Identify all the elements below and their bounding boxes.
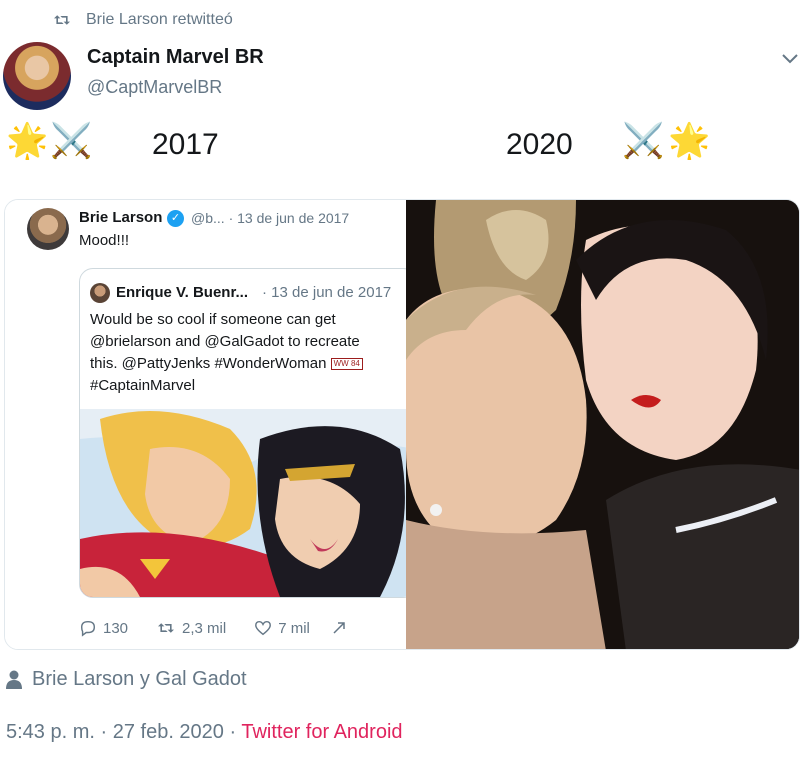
embedded-text: Mood!!! [79,232,130,249]
quoted-text-line-3: this. @PattyJenks #WonderWoman [90,355,327,372]
quoted-text-line: #CaptainMarvel [90,377,196,394]
retweet-icon [54,15,70,25]
like-stat: 7 mil [254,619,310,637]
quoted-text: Would be so cool if someone can get @bri… [90,309,410,397]
tweet-meta: 5:43 p. m. · 27 feb. 2020 · Twitter for … [6,721,403,744]
quoted-text-line: @brielarson and @GalGadot to recreate [90,333,360,350]
embedded-stats: 130 2,3 mil 7 mil [79,616,409,640]
chevron-down-icon[interactable] [780,48,800,68]
like-count: 7 mil [278,619,310,637]
ww84-badge: WW 84 [330,358,363,371]
retweet-header: Brie Larson retwitteó [52,8,233,32]
retweet-count: 2,3 mil [182,619,227,637]
tweet-timestamp[interactable]: 5:43 p. m. · 27 feb. 2020 · [6,721,241,743]
quoted-avatar [90,283,110,303]
embedded-tweet-screenshot[interactable]: Brie Larson ✓ @b... · 13 de jun de 2017 … [5,200,417,649]
embedded-date: · 13 de jun de 2017 [228,210,350,226]
heart-icon [255,620,272,636]
tagged-users-text[interactable]: Brie Larson y Gal Gadot [32,668,247,691]
quoted-tweet: Enrique V. Buenr... · 13 de jun de 2017 … [79,268,417,598]
quoted-text-line: Would be so cool if someone can get [90,311,336,328]
retweet-stat: 2,3 mil [156,620,226,637]
tweet-year-right: 2020 [506,128,573,161]
selfie-photo[interactable] [406,200,799,649]
person-icon [6,670,22,689]
tagged-users[interactable]: Brie Larson y Gal Gadot [6,666,247,692]
author-handle[interactable]: @CaptMarvelBR [87,77,222,98]
verified-badge-icon: ✓ [167,210,184,227]
quoted-text-line: this. @PattyJenks #WonderWoman WW 84 [90,353,410,375]
comic-artwork-image [80,409,416,597]
tweet-year-left: 2017 [152,128,219,161]
quoted-date: · 13 de jun de 2017 [262,284,392,301]
swords-emoji-icon: ⚔️ [622,122,665,160]
embedded-meta: @b... · 13 de jun de 2017 [191,210,349,226]
quoted-author-name: Enrique V. Buenr... [116,284,248,301]
retweet-text: Brie Larson retwitteó [86,11,233,28]
swords-emoji-icon: ⚔️ [50,122,93,160]
author-name[interactable]: Captain Marvel BR [87,46,264,69]
retweet-icon [158,623,175,633]
reply-icon [80,620,96,637]
reply-stat: 130 [79,619,128,637]
embedded-handle: @b... [191,210,225,226]
embedded-avatar [27,208,69,250]
selfie-photo-image [406,200,799,649]
avatar[interactable] [3,42,71,110]
embedded-author-name: Brie Larson [79,209,163,226]
star-emoji-icon: 🌟 [6,122,49,160]
star-emoji-icon: 🌟 [668,122,711,160]
tweet-media[interactable]: Brie Larson ✓ @b... · 13 de jun de 2017 … [4,199,800,650]
share-icon [333,622,345,634]
tweet-source-link[interactable]: Twitter for Android [241,721,402,743]
reply-count: 130 [103,619,129,637]
